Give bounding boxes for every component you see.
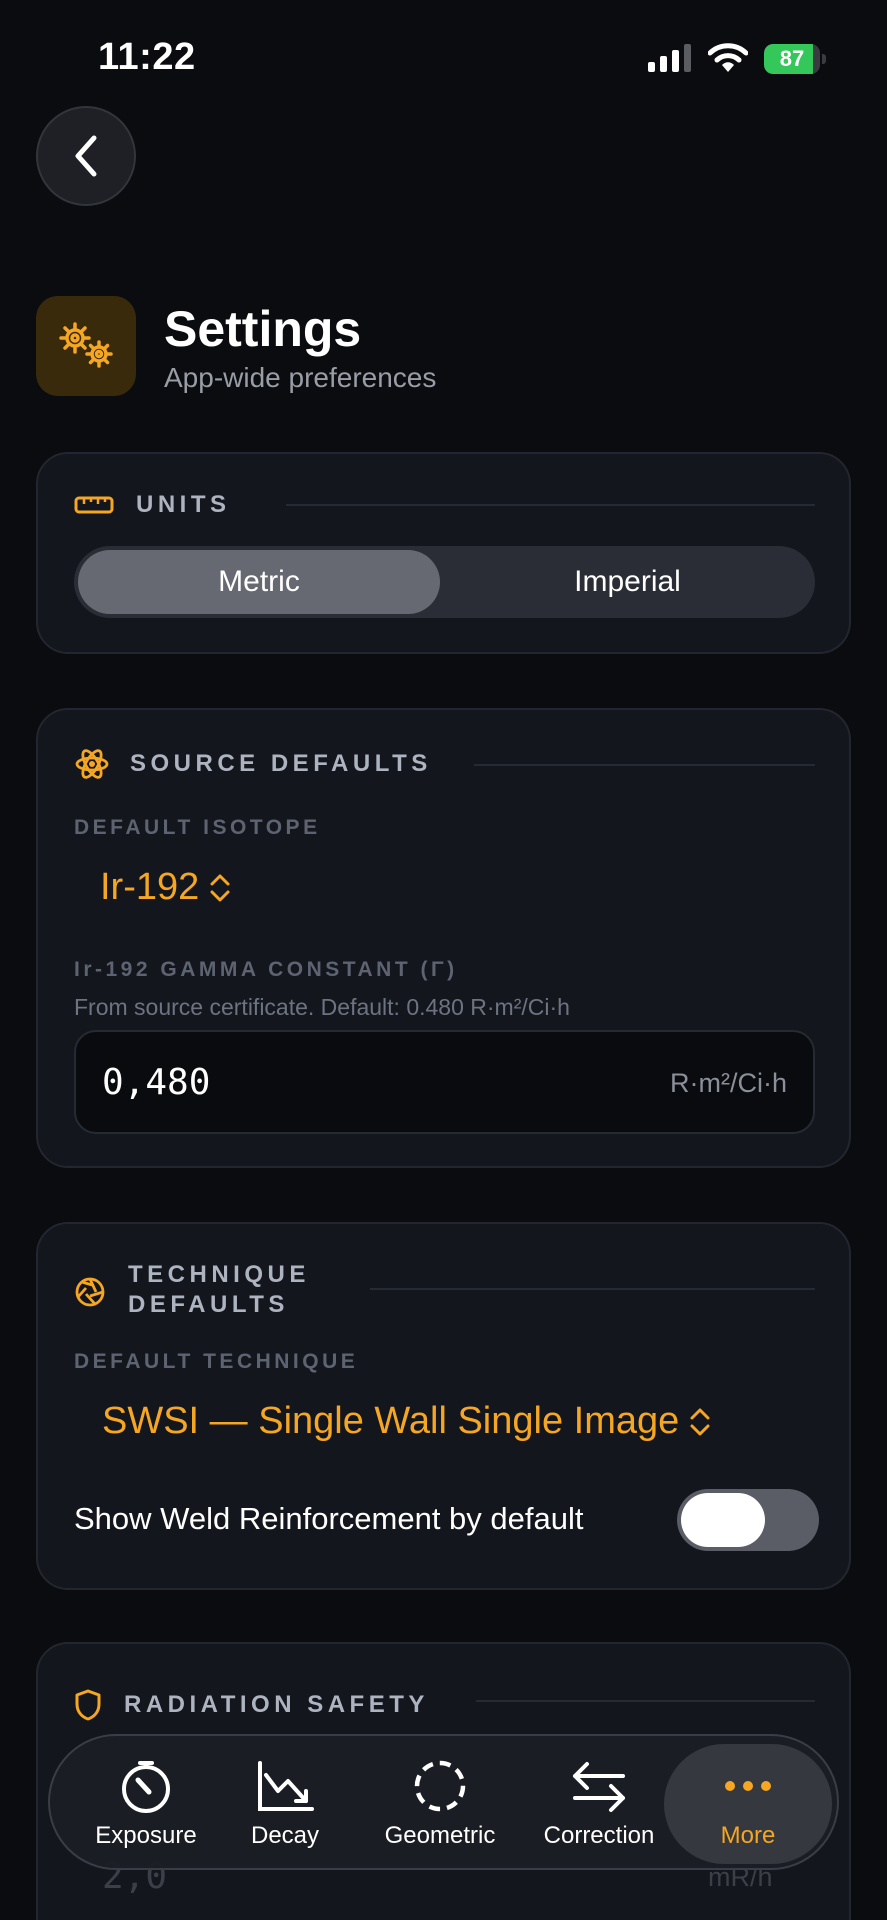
- isotope-picker[interactable]: Ir-192: [100, 866, 231, 909]
- page-subtitle: App-wide preferences: [164, 362, 437, 393]
- technique-defaults-title-line2: DEFAULTS: [128, 1291, 289, 1318]
- chevron-up-down-icon: [690, 1408, 710, 1435]
- technique-picker-value: SWSI — Single Wall Single Image: [102, 1400, 680, 1442]
- chevron-up-down-icon: [210, 874, 230, 901]
- tab-decay[interactable]: Decay: [235, 1736, 335, 1872]
- tab-label: More: [720, 1822, 776, 1849]
- tab-geometric[interactable]: Geometric: [370, 1736, 510, 1872]
- page-title: Settings: [164, 301, 362, 357]
- ellipsis-icon: [725, 1781, 771, 1791]
- aperture-icon: [75, 1277, 105, 1307]
- settings-gears-icon: [36, 296, 136, 396]
- source-defaults-section-title: SOURCE DEFAULTS: [130, 750, 432, 777]
- decay-chart-icon: [258, 1761, 314, 1811]
- units-section-title: UNITS: [136, 491, 231, 518]
- default-isotope-label: DEFAULT ISOTOPE: [74, 816, 321, 839]
- tab-label: Exposure: [95, 1822, 197, 1849]
- gamma-constant-input[interactable]: 0,480 R·m²/Ci·h: [74, 1030, 815, 1134]
- gamma-constant-hint: From source certificate. Default: 0.480 …: [74, 994, 570, 1020]
- tab-label: Correction: [543, 1822, 655, 1849]
- status-time: 11:22: [98, 36, 196, 78]
- technique-defaults-card: TECHNIQUE DEFAULTS DEFAULT TECHNIQUE SWS…: [36, 1222, 851, 1590]
- tab-label: Geometric: [384, 1822, 496, 1849]
- radiation-safety-section-title: RADIATION SAFETY: [124, 1691, 429, 1718]
- chevron-left-icon: [75, 135, 97, 177]
- weld-reinforcement-toggle[interactable]: [677, 1489, 819, 1551]
- ruler-icon: [74, 496, 114, 514]
- wifi-icon: [708, 43, 748, 72]
- battery-indicator: 87: [764, 44, 826, 74]
- technique-defaults-title-line1: TECHNIQUE: [128, 1261, 310, 1288]
- timer-icon: [122, 1761, 170, 1813]
- tab-exposure[interactable]: Exposure: [86, 1736, 206, 1872]
- gamma-constant-unit: R·m²/Ci·h: [670, 1068, 787, 1098]
- technique-picker[interactable]: SWSI — Single Wall Single Image: [102, 1400, 711, 1443]
- swap-arrows-icon: [573, 1762, 625, 1812]
- weld-reinforcement-label: Show Weld Reinforcement by default: [74, 1501, 584, 1536]
- segment-imperial[interactable]: Imperial: [444, 550, 811, 614]
- tab-bar: Exposure Decay Geometric Correction More: [48, 1734, 839, 1870]
- battery-percentage: 87: [779, 46, 805, 71]
- status-bar: 11:22 87: [0, 0, 887, 110]
- isotope-picker-value: Ir-192: [100, 866, 200, 908]
- tab-correction[interactable]: Correction: [536, 1736, 662, 1872]
- back-button[interactable]: [36, 106, 136, 206]
- units-card: UNITS Metric Imperial: [36, 452, 851, 654]
- units-segmented-control[interactable]: Metric Imperial: [74, 546, 815, 618]
- cellular-signal-icon: [648, 44, 691, 72]
- dashed-circle-icon: [414, 1760, 466, 1812]
- tab-label: Decay: [250, 1822, 320, 1849]
- tab-more[interactable]: More: [664, 1744, 832, 1864]
- source-defaults-card: SOURCE DEFAULTS DEFAULT ISOTOPE Ir-192 I…: [36, 708, 851, 1168]
- shield-icon: [75, 1689, 101, 1721]
- gamma-constant-label: Ir-192 GAMMA CONSTANT (Γ): [74, 958, 458, 981]
- segment-metric[interactable]: Metric: [78, 550, 440, 614]
- gamma-constant-value: 0,480: [102, 1062, 211, 1103]
- default-technique-label: DEFAULT TECHNIQUE: [74, 1350, 359, 1373]
- toggle-knob: [681, 1493, 765, 1547]
- atom-icon: [75, 749, 109, 779]
